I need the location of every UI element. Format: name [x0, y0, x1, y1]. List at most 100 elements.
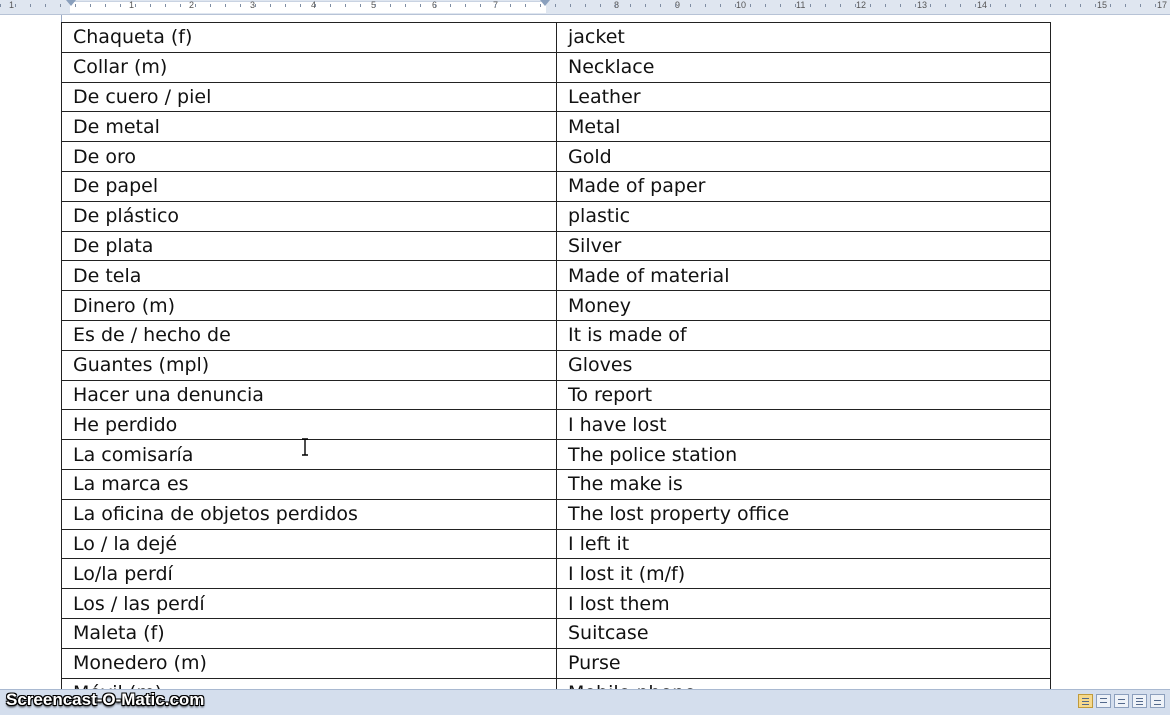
- ruler-tick: [1125, 4, 1126, 7]
- spanish-term-cell[interactable]: Monedero (m): [61, 647, 557, 679]
- spanish-term-cell[interactable]: La marca es: [61, 468, 557, 500]
- spanish-term-cell[interactable]: La oficina de objetos perdidos: [61, 498, 557, 530]
- ruler-tick: [30, 4, 31, 7]
- english-translation-cell[interactable]: The make is: [556, 468, 1051, 500]
- draft-icon[interactable]: [1150, 694, 1165, 708]
- english-translation-cell[interactable]: It is made of: [556, 319, 1051, 351]
- status-bar: Screencast-O-Matic.com: [0, 689, 1170, 715]
- ruler-tick: [1095, 4, 1096, 7]
- spanish-term-cell[interactable]: De tela: [61, 260, 557, 292]
- ruler-tick: [390, 4, 391, 7]
- web-layout-icon[interactable]: [1114, 694, 1129, 708]
- ruler-tick: [375, 4, 376, 7]
- ruler-tick: [570, 4, 571, 7]
- table-row: Los / las perdí I lost them: [61, 588, 1051, 619]
- english-translation-cell[interactable]: I have lost: [556, 409, 1051, 441]
- spanish-term-cell[interactable]: Guantes (mpl): [61, 349, 557, 381]
- ruler-tick: [1020, 4, 1021, 7]
- ruler-tick: [1110, 4, 1111, 7]
- ruler-tick: [345, 4, 346, 7]
- english-translation-cell[interactable]: The police station: [556, 439, 1051, 470]
- english-translation-cell[interactable]: Money: [556, 290, 1051, 321]
- spanish-term-cell[interactable]: Es de / hecho de: [61, 319, 557, 351]
- english-translation-cell[interactable]: Made of material: [556, 260, 1051, 292]
- spanish-term-cell[interactable]: Maleta (f): [61, 617, 557, 649]
- vocabulary-table: Chaqueta (f) jacket Collar (m) Necklace De c…: [61, 22, 1051, 690]
- english-translation-cell[interactable]: I left it: [556, 528, 1051, 560]
- spanish-term-cell[interactable]: Chaqueta (f): [61, 22, 557, 53]
- ruler-tick: [180, 4, 181, 7]
- english-translation-cell[interactable]: Metal: [556, 111, 1051, 143]
- spanish-term-cell[interactable]: De plástico: [61, 200, 557, 232]
- english-translation-cell[interactable]: I lost them: [556, 588, 1051, 619]
- ruler-number: 14: [977, 0, 988, 10]
- english-translation-cell[interactable]: Made of paper: [556, 170, 1051, 202]
- english-translation-cell[interactable]: plastic: [556, 200, 1051, 232]
- spanish-term-cell[interactable]: De metal: [61, 111, 557, 143]
- ruler-tick: [615, 4, 616, 7]
- ruler-number: 12: [856, 0, 867, 10]
- ruler-number: 10: [736, 0, 747, 10]
- ruler-tick: [1080, 4, 1081, 7]
- english-translation-cell[interactable]: Purse: [556, 647, 1051, 679]
- table-row: De metal Metal: [61, 111, 1051, 143]
- english-translation-cell[interactable]: Leather: [556, 81, 1051, 113]
- ruler-tick: [960, 4, 961, 7]
- document-page[interactable]: Chaqueta (f) jacket Collar (m) Necklace De c…: [0, 15, 1170, 690]
- ruler-tick: [930, 4, 931, 7]
- ruler-tick: [255, 4, 256, 7]
- ruler-tick: [945, 4, 946, 7]
- english-translation-cell[interactable]: I lost it (m/f): [556, 558, 1051, 590]
- right-indent-marker[interactable]: [540, 0, 550, 6]
- english-translation-cell[interactable]: jacket: [556, 22, 1051, 53]
- print-layout-icon[interactable]: [1078, 694, 1093, 708]
- table-row: Lo/la perdí I lost it (m/f): [61, 558, 1051, 590]
- spanish-term-cell[interactable]: Dinero (m): [61, 290, 557, 321]
- english-translation-cell[interactable]: Suitcase: [556, 617, 1051, 649]
- ruler-tick: [735, 4, 736, 7]
- ruler-tick: [975, 4, 976, 7]
- table-row: De plástico plastic: [61, 200, 1051, 232]
- table-row: Chaqueta (f) jacket: [61, 22, 1051, 53]
- spanish-term-cell[interactable]: Lo/la perdí: [61, 558, 557, 590]
- ruler-tick: [405, 4, 406, 7]
- ruler-tick: [420, 4, 421, 7]
- ruler-tick: [675, 4, 676, 7]
- outline-icon[interactable]: [1132, 694, 1147, 708]
- ruler-tick: [510, 4, 511, 7]
- ruler-tick: [795, 4, 796, 7]
- spanish-term-cell[interactable]: De plata: [61, 230, 557, 262]
- ruler-tick: [45, 4, 46, 7]
- horizontal-ruler[interactable]: 112345678910111213141517: [0, 0, 1170, 15]
- spanish-term-cell[interactable]: Lo / la dejé: [61, 528, 557, 560]
- ruler-tick: [645, 4, 646, 7]
- table-row: Collar (m) Necklace: [61, 51, 1051, 83]
- spanish-term-cell[interactable]: Collar (m): [61, 51, 557, 83]
- english-translation-cell[interactable]: The lost property office: [556, 498, 1051, 530]
- english-translation-cell[interactable]: Gloves: [556, 349, 1051, 381]
- english-translation-cell[interactable]: Gold: [556, 141, 1051, 172]
- spanish-term-cell[interactable]: De papel: [61, 170, 557, 202]
- ruler-tick: [915, 4, 916, 7]
- full-screen-reading-icon[interactable]: [1096, 694, 1111, 708]
- spanish-term-cell[interactable]: He perdido: [61, 409, 557, 441]
- table-row: De oro Gold: [61, 141, 1051, 172]
- ruler-tick: [105, 4, 106, 7]
- ruler-tick: [90, 4, 91, 7]
- ruler-tick: [690, 4, 691, 7]
- spanish-term-cell[interactable]: De oro: [61, 141, 557, 172]
- spanish-term-cell[interactable]: Hacer una denuncia: [61, 379, 557, 411]
- ruler-tick: [495, 4, 496, 7]
- ruler-tick: [630, 4, 631, 7]
- english-translation-cell[interactable]: To report: [556, 379, 1051, 411]
- table-row: Dinero (m) Money: [61, 290, 1051, 321]
- ruler-number: 2: [189, 0, 195, 10]
- left-indent-marker[interactable]: [66, 0, 76, 6]
- spanish-term-cell[interactable]: Los / las perdí: [61, 588, 557, 619]
- english-translation-cell[interactable]: Silver: [556, 230, 1051, 262]
- ruler-number: 1: [129, 0, 135, 10]
- spanish-term-cell[interactable]: De cuero / piel: [61, 81, 557, 113]
- english-translation-cell[interactable]: Necklace: [556, 51, 1051, 83]
- ruler-tick: [330, 4, 331, 7]
- ruler-number: 1: [9, 0, 15, 10]
